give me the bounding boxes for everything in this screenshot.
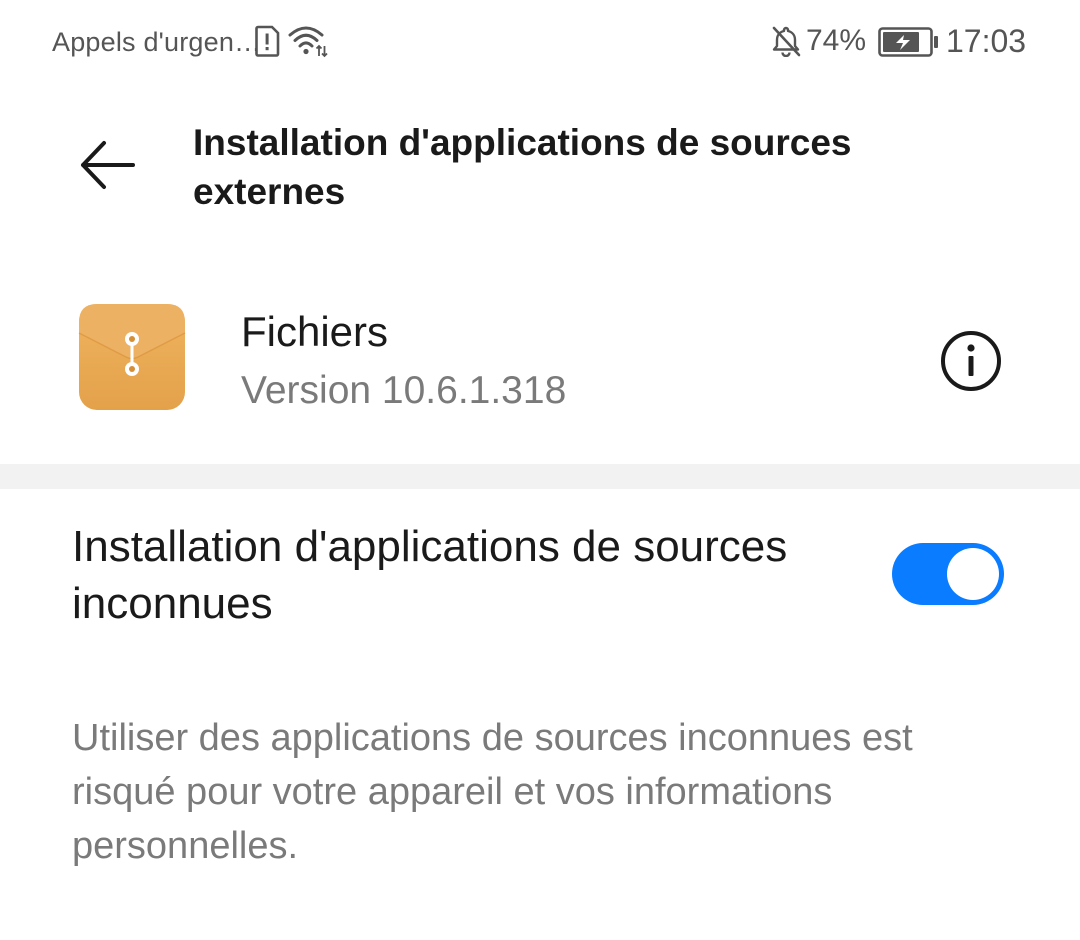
- unknown-sources-label: Installation d'applications de sources i…: [72, 522, 788, 628]
- section-divider: [0, 464, 1080, 489]
- status-bar: Appels d'urgen… 74% 17:03: [0, 0, 1080, 84]
- files-app-icon: [78, 303, 186, 411]
- arrow-left-icon: [81, 141, 135, 189]
- notifications-muted-icon: [770, 25, 802, 58]
- toggle-knob: [947, 548, 999, 600]
- app-info-row: Fichiers Version 10.6.1.318: [0, 280, 1080, 460]
- app-version: Version 10.6.1.318: [241, 369, 567, 412]
- sim-alert-icon: [253, 25, 281, 57]
- page-title: Installation d'applications de sources e…: [193, 122, 852, 212]
- app-info-button[interactable]: [938, 328, 1004, 394]
- wifi-icon: [288, 24, 328, 58]
- clock: 17:03: [946, 23, 1027, 59]
- app-name: Fichiers: [241, 308, 389, 355]
- back-button[interactable]: [62, 120, 152, 210]
- battery-charging-icon: [878, 27, 940, 57]
- risk-warning-text: Utiliser des applications de sources inc…: [72, 717, 913, 867]
- carrier-label: Appels d'urgen…: [52, 27, 262, 57]
- info-icon: [941, 331, 1001, 391]
- unknown-sources-toggle[interactable]: [892, 543, 1004, 605]
- battery-percent: 74%: [806, 24, 867, 57]
